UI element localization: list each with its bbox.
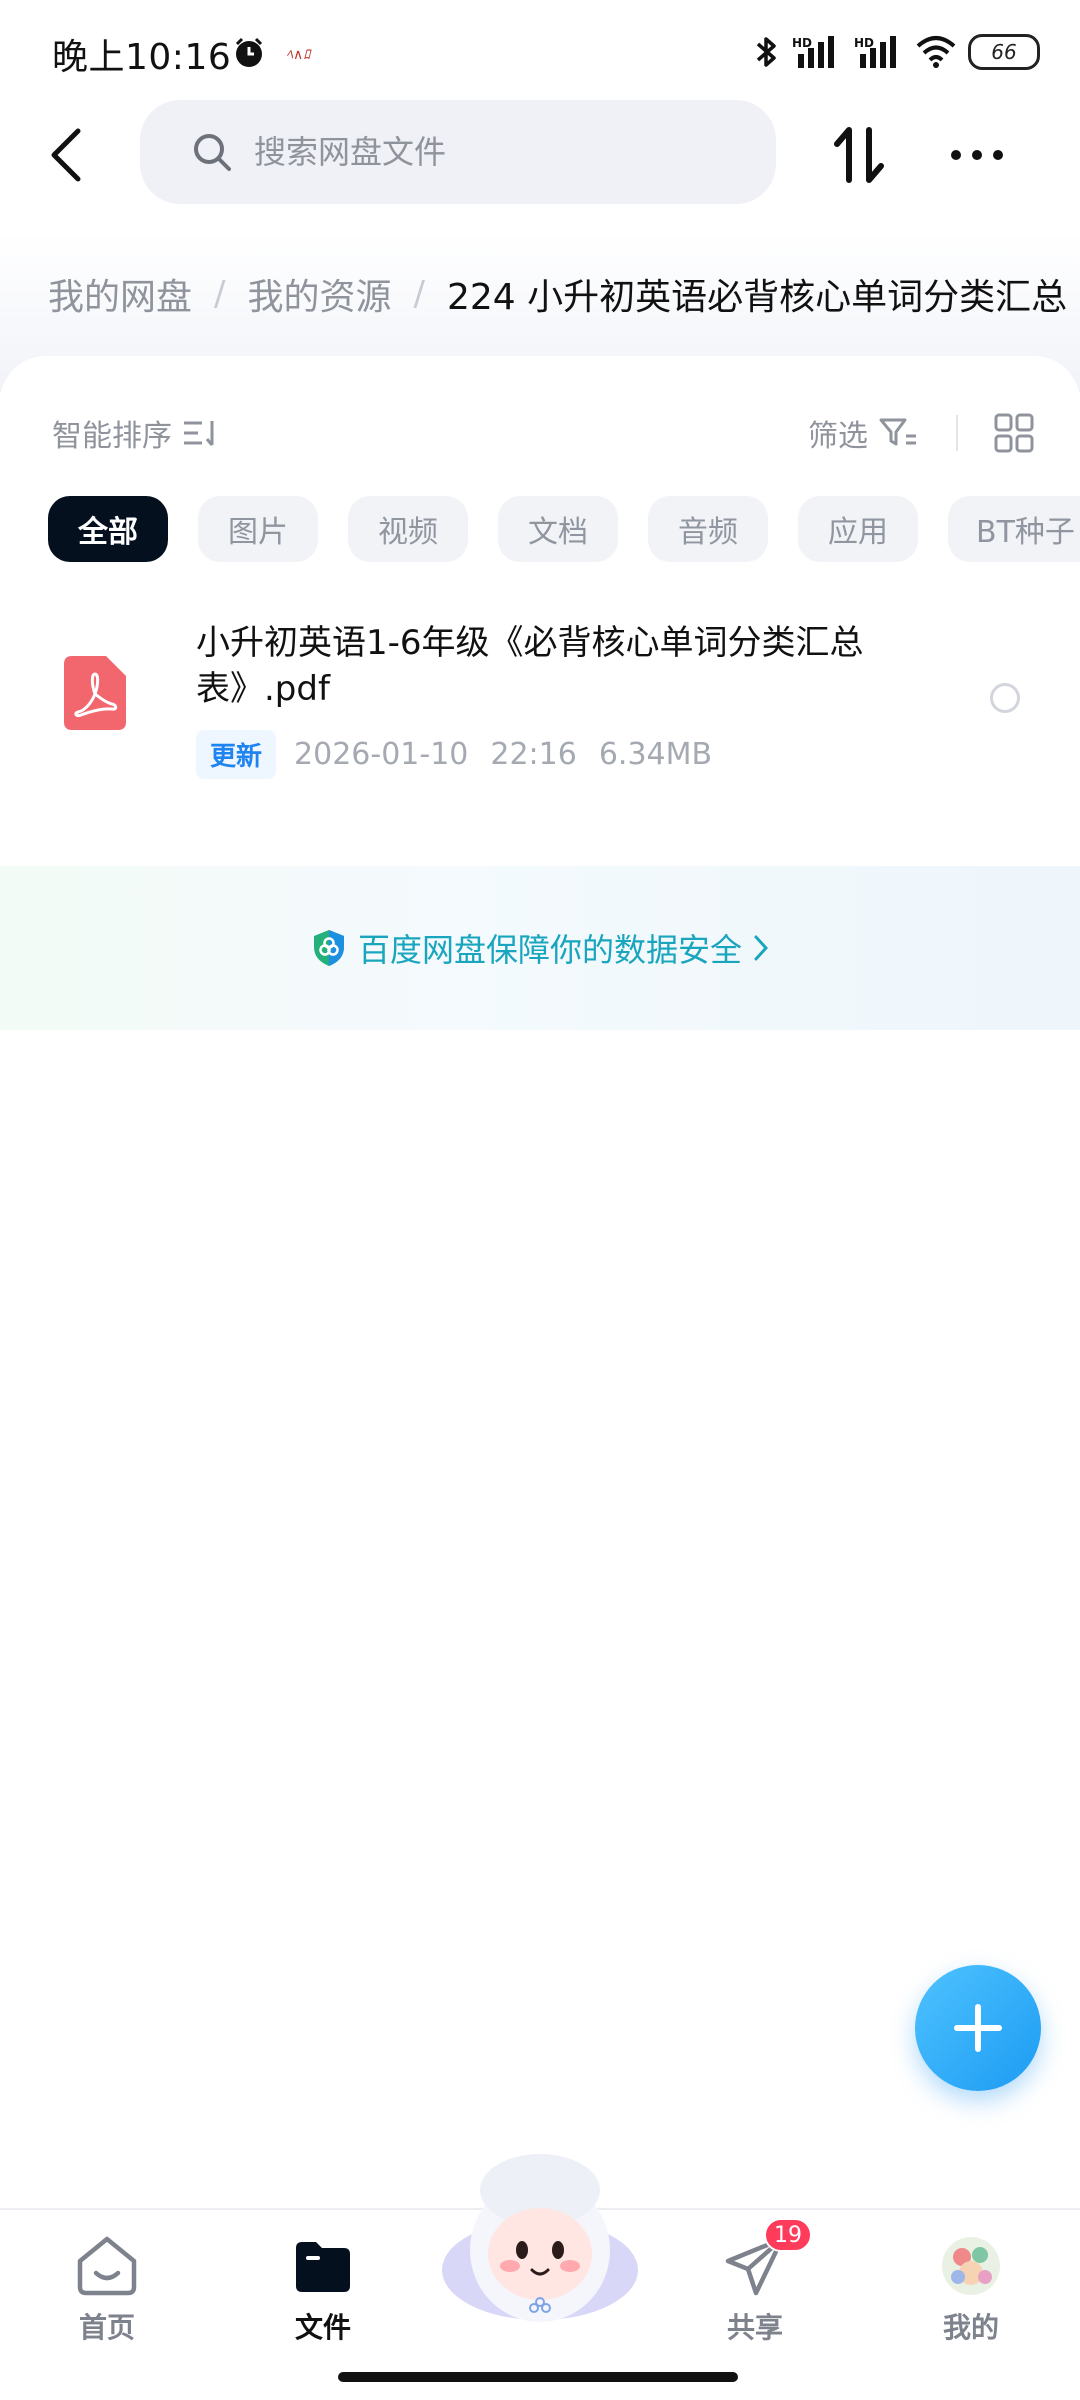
folder-icon — [296, 2242, 350, 2292]
nav-home[interactable]: 首页 — [42, 2232, 172, 2362]
chip-documents[interactable]: 文档 — [498, 496, 618, 562]
select-checkbox[interactable] — [990, 683, 1020, 713]
breadcrumb: 我的网盘 / 我的资源 / 224 小升初英语必背核心单词分类汇总 — [48, 268, 1080, 320]
security-banner-text: 百度网盘保障你的数据安全 — [357, 931, 742, 969]
filter-icon[interactable] — [878, 416, 918, 450]
breadcrumb-item-root[interactable]: 我的网盘 — [48, 268, 192, 320]
bluetooth-icon — [756, 37, 776, 67]
chip-all[interactable]: 全部 — [48, 496, 168, 562]
grid-view-icon[interactable] — [994, 413, 1034, 453]
status-time: 晚上10:16 — [52, 37, 232, 78]
sort-lines-icon — [184, 421, 214, 446]
svg-text:HD: HD — [792, 36, 812, 50]
breadcrumb-item-resources[interactable]: 我的资源 — [247, 268, 391, 320]
file-list-panel: 智能排序 筛选 全部 图片 视频 文档 音频 应用 BT种子 小升初英语1-6年… — [0, 356, 1080, 2386]
file-list-item[interactable]: 小升初英语1-6年级《必背核心单词分类汇总表》.pdf 更新 2026-01-1… — [0, 600, 1080, 790]
alarm-icon — [235, 37, 263, 67]
transfer-button[interactable] — [826, 122, 892, 188]
svg-text:HD: HD — [854, 36, 874, 50]
nav-mine-label: 我的 — [942, 2311, 999, 2344]
add-button[interactable] — [915, 1965, 1041, 2091]
home-indicator — [338, 2372, 738, 2382]
sort-control[interactable]: 智能排序 — [52, 408, 220, 458]
nav-files-label: 文件 — [294, 2311, 351, 2344]
pdf-icon — [64, 656, 126, 730]
back-button[interactable] — [36, 122, 96, 188]
file-time: 22:16 — [490, 737, 577, 772]
sort-label: 智能排序 — [52, 419, 172, 454]
category-tabs: 全部 图片 视频 文档 音频 应用 BT种子 — [48, 496, 1080, 564]
wifi-icon — [916, 36, 956, 68]
chip-audio[interactable]: 音频 — [648, 496, 768, 562]
security-banner[interactable]: 百度网盘保障你的数据安全 — [0, 866, 1080, 1030]
more-button[interactable] — [944, 122, 1010, 188]
nav-files[interactable]: 文件 — [258, 2232, 388, 2362]
chevron-right-icon — [754, 935, 768, 961]
filter-area: 筛选 — [808, 408, 1034, 458]
status-indicators: HD HD 66 — [754, 30, 1040, 74]
notification-icon: ﾍ∧ﾛ — [286, 47, 311, 63]
update-badge: 更新 — [196, 730, 277, 779]
breadcrumb-current: 224 小升初英语必背核心单词分类汇总 — [446, 277, 1068, 318]
search-icon — [194, 134, 231, 171]
file-date: 2026-01-10 — [294, 737, 469, 772]
shield-icon — [313, 930, 344, 966]
avatar — [942, 2237, 1000, 2295]
chip-images[interactable]: 图片 — [198, 496, 318, 562]
signal-hd-icon-2: HD — [854, 36, 896, 68]
nav-share[interactable]: 19 共享 — [690, 2218, 820, 2362]
search-bar[interactable] — [140, 100, 776, 204]
chip-bt-torrents[interactable]: BT种子 — [948, 496, 1080, 562]
chevron-left-icon — [51, 128, 81, 182]
sort-arrows-icon — [834, 127, 884, 183]
home-icon — [77, 2236, 137, 2296]
file-size: 6.34MB — [598, 737, 713, 772]
filter-label[interactable]: 筛选 — [808, 411, 868, 455]
header — [0, 100, 1080, 210]
mascot-assistant-button[interactable] — [438, 2150, 642, 2324]
nav-home-label: 首页 — [78, 2311, 135, 2344]
search-input[interactable] — [254, 133, 734, 171]
file-meta: 更新 2026-01-10 22:16 6.34MB — [196, 730, 734, 779]
breadcrumb-separator: / — [214, 274, 226, 314]
status-bar: 晚上10:16 ﾍ∧ﾛ HD HD 66 — [0, 0, 1080, 100]
more-dots-icon — [951, 150, 1003, 160]
signal-hd-icon: HD — [792, 36, 834, 68]
chip-videos[interactable]: 视频 — [348, 496, 468, 562]
breadcrumb-separator: / — [413, 274, 425, 314]
nav-share-label: 共享 — [726, 2311, 783, 2344]
plus-icon — [954, 2004, 1002, 2052]
divider — [956, 415, 958, 451]
share-count-badge: 19 — [764, 2218, 812, 2252]
chip-apps[interactable]: 应用 — [798, 496, 918, 562]
file-name: 小升初英语1-6年级《必背核心单词分类汇总表》.pdf — [196, 623, 864, 709]
battery-indicator: 66 — [968, 34, 1040, 70]
nav-mine[interactable]: 我的 — [906, 2232, 1036, 2362]
